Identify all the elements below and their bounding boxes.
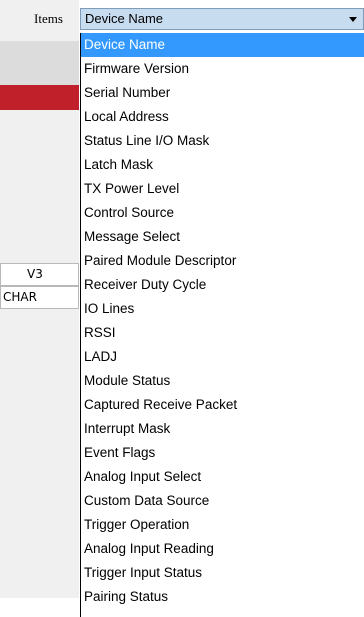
dropdown-option-captured-receive-packet[interactable]: Captured Receive Packet bbox=[81, 393, 364, 417]
dropdown-option-firmware-version[interactable]: Firmware Version bbox=[81, 57, 364, 81]
dropdown-option-rssi[interactable]: RSSI bbox=[81, 321, 364, 345]
red-status-bar bbox=[0, 85, 79, 110]
dropdown-option-analog-input-select[interactable]: Analog Input Select bbox=[81, 465, 364, 489]
dropdown-arrow-icon[interactable] bbox=[349, 17, 357, 22]
grid-cell-v3[interactable]: V3 bbox=[0, 263, 79, 286]
dropdown-option-module-status[interactable]: Module Status bbox=[81, 369, 364, 393]
grid-cell-char[interactable]: CHAR bbox=[0, 286, 79, 309]
dropdown-option-message-select[interactable]: Message Select bbox=[81, 225, 364, 249]
dropdown-option-trigger-input-status[interactable]: Trigger Input Status bbox=[81, 561, 364, 585]
dropdown-option-trigger-operation[interactable]: Trigger Operation bbox=[81, 513, 364, 537]
dropdown-option-pairing-status[interactable]: Pairing Status bbox=[81, 585, 364, 609]
dropdown-option-latch-mask[interactable]: Latch Mask bbox=[81, 153, 364, 177]
items-label: Items bbox=[34, 11, 63, 26]
dropdown-option-io-lines[interactable]: IO Lines bbox=[81, 297, 364, 321]
dropdown-option-custom-data-source[interactable]: Custom Data Source bbox=[81, 489, 364, 513]
items-combobox[interactable]: Device Name bbox=[80, 8, 364, 30]
dropdown-option-receiver-duty-cycle[interactable]: Receiver Duty Cycle bbox=[81, 273, 364, 297]
dropdown-option-interrupt-mask[interactable]: Interrupt Mask bbox=[81, 417, 364, 441]
dropdown-options: Device Name Firmware Version Serial Numb… bbox=[81, 33, 364, 609]
panel-gray-block bbox=[0, 41, 79, 85]
dropdown-option-control-source[interactable]: Control Source bbox=[81, 201, 364, 225]
dropdown-option-event-flags[interactable]: Event Flags bbox=[81, 441, 364, 465]
dropdown-option-analog-input-reading[interactable]: Analog Input Reading bbox=[81, 537, 364, 561]
background-window-panel: V3 CHAR bbox=[0, 0, 79, 617]
dropdown-option-local-address[interactable]: Local Address bbox=[81, 105, 364, 129]
dropdown-option-paired-module-descriptor[interactable]: Paired Module Descriptor bbox=[81, 249, 364, 273]
page: V3 CHAR Items Device Name Device Name Fi… bbox=[0, 0, 364, 617]
dropdown-option-status-line-io-mask[interactable]: Status Line I/O Mask bbox=[81, 129, 364, 153]
combobox-selected-value: Device Name bbox=[85, 11, 164, 26]
items-dropdown-list[interactable]: Device Name Firmware Version Serial Numb… bbox=[80, 33, 364, 617]
dropdown-option-tx-power-level[interactable]: TX Power Level bbox=[81, 177, 364, 201]
panel-lower-area bbox=[0, 598, 79, 617]
dropdown-option-ladj[interactable]: LADJ bbox=[81, 345, 364, 369]
dropdown-option-serial-number[interactable]: Serial Number bbox=[81, 81, 364, 105]
dropdown-option-device-name[interactable]: Device Name bbox=[81, 33, 364, 57]
